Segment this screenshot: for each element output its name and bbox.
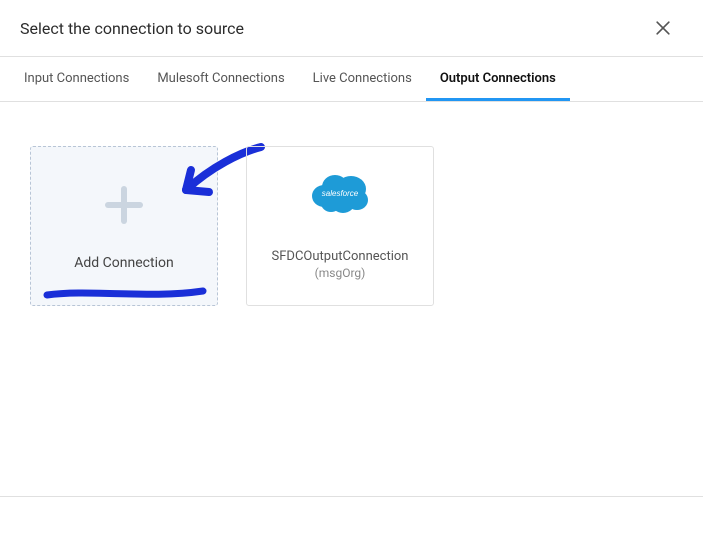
modal-title: Select the connection to source <box>20 19 244 38</box>
connection-name: SFDCOutputConnection <box>272 248 409 266</box>
add-connection-card[interactable]: Add Connection <box>30 146 218 306</box>
select-connection-modal: Select the connection to source Input Co… <box>0 0 703 559</box>
close-icon[interactable] <box>653 18 673 38</box>
tab-output-connections[interactable]: Output Connections <box>426 57 570 101</box>
salesforce-logo-icon: salesforce <box>309 172 371 218</box>
plus-icon <box>100 181 148 233</box>
underline-annotation-icon <box>39 285 211 305</box>
tab-live-connections[interactable]: Live Connections <box>299 57 426 101</box>
footer-divider <box>0 496 703 497</box>
modal-header: Select the connection to source <box>0 0 703 56</box>
tabs-bar: Input Connections Mulesoft Connections L… <box>0 56 703 102</box>
svg-text:salesforce: salesforce <box>322 189 359 198</box>
add-connection-label: Add Connection <box>74 255 173 271</box>
connection-org: (msgOrg) <box>315 266 366 280</box>
connection-card-sfdc[interactable]: salesforce SFDCOutputConnection (msgOrg) <box>246 146 434 306</box>
tab-input-connections[interactable]: Input Connections <box>10 57 143 101</box>
cards-area: Add Connection <box>0 102 703 350</box>
tab-mulesoft-connections[interactable]: Mulesoft Connections <box>143 57 298 101</box>
